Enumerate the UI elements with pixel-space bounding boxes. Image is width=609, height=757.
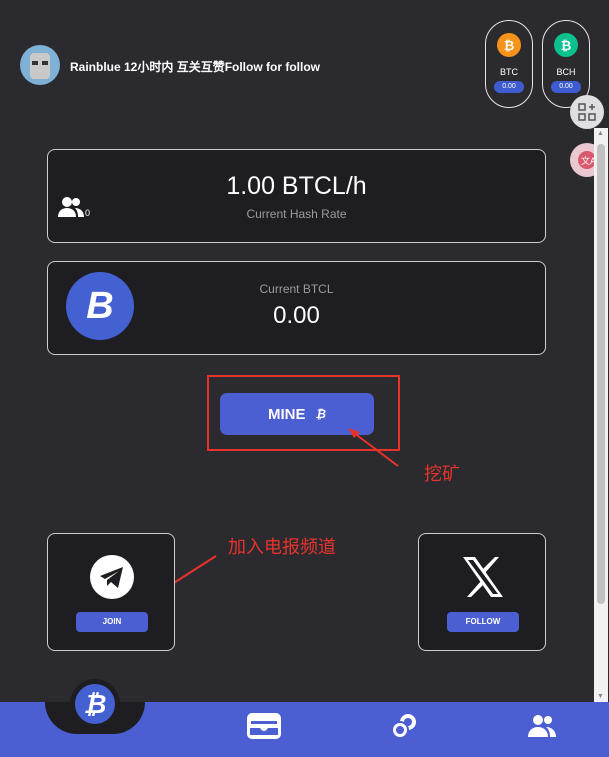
app-screen: Rainblue 12小时内 互关互赞Follow for follow ₿ B… <box>0 0 609 757</box>
annotation-mine-text: 挖矿 <box>424 464 460 484</box>
mine-label: MINE <box>267 405 306 423</box>
avatar[interactable] <box>20 45 60 85</box>
btcl-value: 0.00 <box>273 302 320 329</box>
join-telegram-button[interactable]: JOIN <box>76 612 148 632</box>
scrollbar[interactable]: ▲ ▼ <box>594 128 608 702</box>
apps-plus-icon[interactable] <box>570 95 604 129</box>
x-logo-icon[interactable] <box>460 554 506 600</box>
bitcoin-icon: ₿ <box>315 407 327 421</box>
hash-rate-card: 0 1.00 BTCL/h Current Hash Rate <box>47 149 546 243</box>
avatar-face <box>30 53 50 79</box>
x-card: FOLLOW <box>418 533 546 651</box>
btc-value: 0.00 <box>494 81 524 93</box>
scrollbar-thumb[interactable] <box>597 144 605 604</box>
telegram-card: JOIN <box>47 533 175 651</box>
avatar-eye <box>32 61 38 65</box>
coins-icon[interactable] <box>386 712 422 740</box>
username: Rainblue 12小时内 互关互赞Follow for follow <box>70 60 321 74</box>
btc-label: BTC <box>500 67 518 77</box>
follow-x-button[interactable]: FOLLOW <box>447 612 519 632</box>
bch-label: BCH <box>556 67 576 77</box>
hash-rate-label: Current Hash Rate <box>246 207 347 221</box>
hash-rate-value: 1.00 BTCL/h <box>226 172 367 200</box>
scroll-down-arrow-icon[interactable]: ▼ <box>597 693 604 700</box>
friends-icon[interactable] <box>524 712 560 740</box>
bch-coin-icon: ₿ <box>554 33 578 57</box>
btc-coin-icon: ₿ <box>497 33 521 57</box>
scroll-up-arrow-icon[interactable]: ▲ <box>597 130 604 137</box>
btc-home-icon[interactable]: ₿ <box>70 679 120 729</box>
btc-balance-pill[interactable]: ₿ BTC 0.00 <box>485 20 533 108</box>
bch-value: 0.00 <box>551 81 581 93</box>
telegram-icon[interactable] <box>89 554 135 600</box>
wallet-icon[interactable] <box>246 712 282 740</box>
btcl-label: Current BTCL <box>259 282 334 296</box>
btcl-balance-card: B Current BTCL 0.00 <box>47 261 546 355</box>
annotation-arrow-mine <box>348 428 399 467</box>
annotation-telegram-text: 加入电报频道 <box>228 537 336 557</box>
avatar-eye <box>42 61 48 65</box>
